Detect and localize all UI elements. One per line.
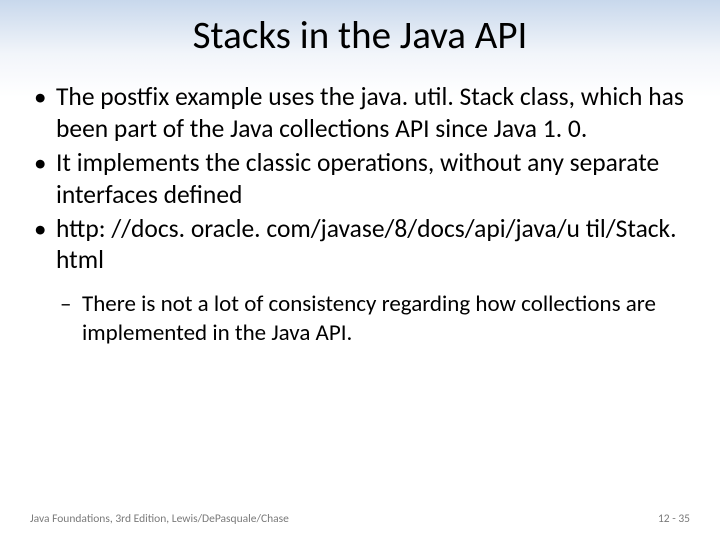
slide-footer: Java Foundations, 3rd Edition, Lewis/DeP… (0, 512, 720, 526)
sub-bullet-list: There is not a lot of consistency regard… (56, 290, 690, 348)
slide-body: The postfix example uses the java. util.… (0, 69, 720, 348)
footer-left: Java Foundations, 3rd Edition, Lewis/DeP… (30, 512, 289, 526)
bullet-item: http: //docs. oracle. com/javase/8/docs/… (30, 213, 690, 277)
bullet-item: It implements the classic operations, wi… (30, 147, 690, 211)
slide-title: Stacks in the Java API (0, 0, 720, 69)
main-bullet-list: The postfix example uses the java. util.… (30, 81, 690, 276)
footer-right: 12 - 35 (658, 512, 690, 526)
sub-bullet-item: There is not a lot of consistency regard… (56, 290, 690, 348)
bullet-item: The postfix example uses the java. util.… (30, 81, 690, 145)
